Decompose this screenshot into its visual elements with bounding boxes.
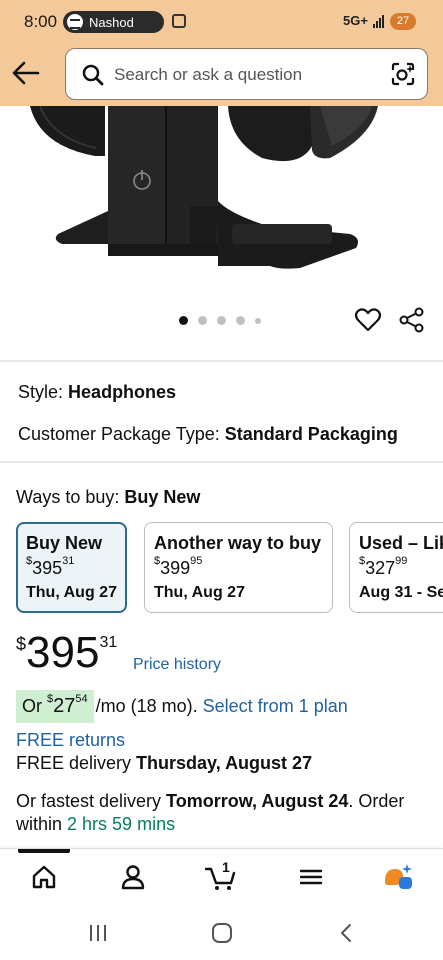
package-type-row: Customer Package Type: Standard Packagin…: [18, 424, 398, 445]
buy-option-another-way[interactable]: Another way to buy $39995 Thu, Aug 27: [144, 522, 333, 613]
status-bar: 8:00 Nashod 5G+ 27: [0, 0, 443, 44]
header: 8:00 Nashod 5G+ 27: [0, 0, 443, 106]
divider: [0, 461, 443, 463]
style-label: Style:: [18, 382, 64, 402]
price-history-link[interactable]: Price history: [133, 656, 221, 674]
status-time: 8:00: [24, 12, 58, 31]
rufus-assistant-icon[interactable]: [383, 863, 415, 891]
share-icon[interactable]: [398, 306, 426, 334]
system-navigation: [0, 906, 443, 960]
search-input[interactable]: [114, 63, 379, 87]
search-icon: [82, 64, 104, 86]
signal-icon: [373, 14, 387, 28]
ways-to-buy-label: Ways to buy:: [16, 487, 120, 507]
style-row: Style: Headphones: [18, 382, 176, 403]
order-countdown: 2 hrs 59 mins: [67, 814, 176, 834]
bottom-navigation: 1: [0, 848, 443, 906]
search-bar[interactable]: [65, 48, 428, 100]
monthly-payment: Or $2754 /mo (18 mo). Select from 1 plan: [16, 688, 348, 724]
carousel-dot[interactable]: [236, 316, 245, 325]
monthly-amount: Or $2754: [16, 689, 94, 723]
screen-record-icon: [172, 14, 186, 28]
back-button-icon[interactable]: [336, 922, 358, 944]
free-returns-link[interactable]: FREE returns: [16, 730, 125, 751]
menu-icon[interactable]: [297, 863, 325, 891]
carousel-dots: [179, 316, 261, 325]
back-arrow-icon[interactable]: [12, 60, 40, 86]
network-label: 5G+: [343, 13, 368, 28]
spotify-pill-label: Nashod: [89, 14, 134, 30]
package-type-value: Standard Packaging: [224, 424, 398, 444]
delivery-date: Thursday, August 27: [136, 753, 313, 773]
price-fraction: 31: [99, 634, 118, 651]
recent-apps-icon[interactable]: [87, 922, 109, 944]
option-title: Buy New: [26, 533, 103, 553]
home-button-icon[interactable]: [211, 922, 233, 944]
price-whole: 395: [26, 628, 100, 677]
active-tab-indicator: [18, 849, 70, 853]
cart-icon[interactable]: [205, 863, 237, 891]
monthly-term: /mo (18 mo).: [95, 695, 198, 716]
price-currency: $: [16, 634, 27, 654]
spotify-icon: [67, 14, 83, 30]
package-type-label: Customer Package Type:: [18, 424, 220, 444]
buy-options: Buy New $39531 Thu, Aug 27 Another way t…: [16, 522, 443, 614]
price: $39531: [16, 628, 117, 678]
home-icon[interactable]: [30, 863, 58, 891]
account-icon[interactable]: [119, 863, 147, 891]
option-price: $32799: [359, 555, 408, 578]
carousel-dot[interactable]: [255, 317, 261, 324]
select-plan-link[interactable]: Select from 1 plan: [203, 696, 348, 717]
heart-icon[interactable]: [354, 306, 382, 334]
carousel-dot[interactable]: [217, 316, 226, 325]
buy-option-used[interactable]: Used – Lik $32799 Aug 31 - Se: [349, 522, 443, 613]
option-date: Thu, Aug 27: [154, 584, 245, 601]
fastest-delivery-info: Or fastest delivery Tomorrow, August 24.…: [16, 791, 405, 834]
style-value: Headphones: [68, 382, 177, 402]
option-date: Aug 31 - Se: [359, 584, 443, 601]
divider: [0, 360, 443, 362]
fastest-delivery-date: Tomorrow, August 24: [166, 791, 349, 811]
ways-to-buy-value: Buy New: [124, 487, 201, 507]
ways-to-buy-row: Ways to buy: Buy New: [16, 487, 200, 508]
option-price: $39995: [154, 555, 203, 578]
option-price: $39531: [26, 555, 75, 578]
camera-search-icon[interactable]: [390, 61, 416, 87]
option-title: Another way to buy: [154, 533, 322, 553]
option-title: Used – Lik: [359, 533, 443, 553]
cart-count: 1: [222, 859, 230, 875]
option-date: Thu, Aug 27: [26, 584, 117, 601]
delivery-info: FREE delivery Thursday, August 27: [16, 753, 313, 773]
battery-icon: 27: [390, 13, 416, 30]
spotify-pill[interactable]: Nashod: [63, 11, 164, 33]
carousel-dot[interactable]: [179, 316, 188, 325]
buy-option-new[interactable]: Buy New $39531 Thu, Aug 27: [16, 522, 127, 613]
carousel-dot[interactable]: [198, 316, 207, 325]
